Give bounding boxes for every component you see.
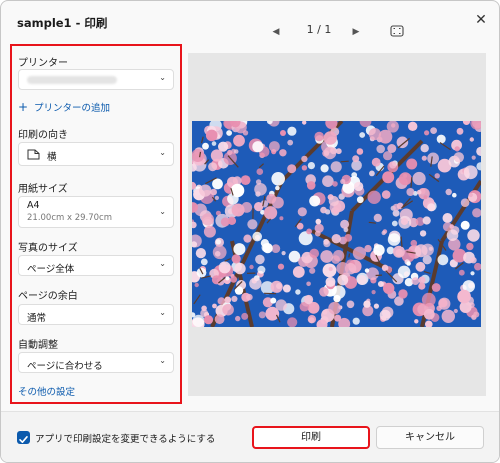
- title-bar: sample1 - 印刷 ✕: [1, 1, 499, 41]
- print-button[interactable]: 印刷: [252, 426, 370, 449]
- printer-name-blurred: [27, 76, 117, 84]
- chevron-down-icon: ⌄: [159, 308, 166, 317]
- paper-size-value: A4: [27, 200, 40, 211]
- next-page-button[interactable]: ▶: [349, 23, 363, 39]
- chevron-right-icon: ▶: [352, 25, 360, 36]
- fullscreen-icon: [390, 25, 404, 37]
- margin-label: ページの余白: [18, 291, 78, 302]
- paper-size-label: 用紙サイズ: [18, 184, 68, 195]
- chevron-down-icon: ⌄: [159, 207, 166, 216]
- chevron-down-icon: ⌄: [159, 356, 166, 365]
- printer-select[interactable]: ⌄: [18, 69, 174, 90]
- add-printer-label: プリンターの追加: [34, 103, 111, 114]
- auto-adjust-select[interactable]: ページに合わせる ⌄: [18, 352, 174, 373]
- previous-page-button[interactable]: ◀: [269, 23, 283, 39]
- allow-app-settings-checkbox[interactable]: [17, 431, 30, 444]
- orientation-label: 印刷の向き: [18, 130, 68, 141]
- print-settings-panel: プリンター ⌄ + プリンターの追加 印刷の向き 横 ⌄ 用紙サイズ A4 21.…: [10, 44, 182, 404]
- chevron-down-icon: ⌄: [159, 148, 166, 157]
- printer-label: プリンター: [18, 58, 68, 69]
- close-icon: ✕: [475, 11, 487, 27]
- photo-size-select[interactable]: ページ全体 ⌄: [18, 255, 174, 276]
- page-indicator: 1 / 1: [306, 23, 332, 36]
- orientation-value: 横: [47, 152, 57, 163]
- margin-value: 通常: [27, 313, 47, 324]
- close-button[interactable]: ✕: [469, 7, 493, 31]
- paper-size-select[interactable]: A4 21.00cm x 29.70cm ⌄: [18, 196, 174, 228]
- cancel-button[interactable]: キャンセル: [376, 426, 484, 449]
- cherry-blossom-photo: [192, 121, 481, 327]
- more-settings-link[interactable]: その他の設定: [18, 384, 75, 398]
- print-preview: [188, 53, 486, 396]
- margin-select[interactable]: 通常 ⌄: [18, 304, 174, 325]
- photo-size-value: ページ全体: [27, 264, 75, 275]
- paper-size-detail: 21.00cm x 29.70cm: [27, 213, 113, 223]
- photo-size-label: 写真のサイズ: [18, 243, 78, 254]
- fullscreen-button[interactable]: [390, 25, 404, 37]
- chevron-down-icon: ⌄: [159, 73, 166, 82]
- allow-app-settings-label: アプリで印刷設定を変更できるようにする: [35, 434, 216, 445]
- print-dialog: sample1 - 印刷 ✕ ◀ 1 / 1 ▶ プリンター ⌄ + プリンターの…: [0, 0, 500, 463]
- photo-image: [192, 121, 481, 327]
- orientation-select[interactable]: 横 ⌄: [18, 142, 174, 166]
- dialog-footer: アプリで印刷設定を変更できるようにする 印刷 キャンセル: [1, 411, 499, 462]
- page-orientation-icon: [27, 149, 40, 160]
- plus-icon: +: [18, 100, 29, 114]
- add-printer-link[interactable]: + プリンターの追加: [18, 100, 110, 114]
- window-title: sample1 - 印刷: [17, 16, 108, 30]
- chevron-down-icon: ⌄: [159, 259, 166, 268]
- auto-adjust-value: ページに合わせる: [27, 361, 103, 372]
- chevron-left-icon: ◀: [272, 25, 280, 36]
- checkmark-icon: [19, 436, 28, 443]
- auto-adjust-label: 自動調整: [18, 340, 58, 351]
